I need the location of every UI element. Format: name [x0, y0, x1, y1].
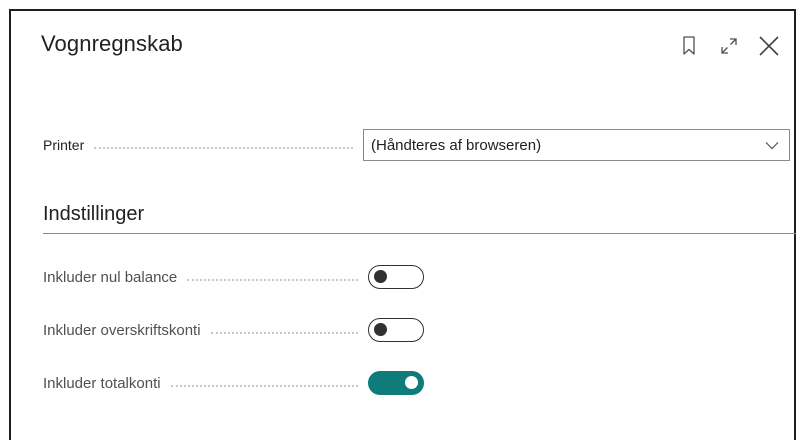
toggle-label: Inkluder overskriftskonti — [43, 321, 201, 339]
close-button[interactable] — [756, 33, 782, 59]
chevron-down-icon — [765, 141, 779, 149]
toggle-knob — [374, 323, 387, 336]
zero-balance-toggle[interactable] — [368, 265, 424, 289]
leader-dots — [187, 279, 358, 281]
header-actions — [676, 33, 782, 59]
heading-accounts-toggle[interactable] — [368, 318, 424, 342]
dialog-title: Vognregnskab — [41, 31, 183, 56]
expand-button[interactable] — [716, 33, 742, 59]
toggle-label: Inkluder nul balance — [43, 268, 178, 286]
printer-select[interactable]: (Håndteres af browseren) — [363, 129, 790, 161]
section-divider — [43, 233, 796, 234]
report-dialog: Vognregnskab Printer (Håndteres af brows… — [9, 9, 796, 440]
toggle-label: Inkluder totalkonti — [43, 374, 161, 392]
expand-icon — [721, 38, 737, 54]
toggle-row-zero-balance: Inkluder nul balance — [43, 265, 433, 289]
toggle-knob — [374, 270, 387, 283]
printer-select-value: (Håndteres af browseren) — [371, 136, 542, 154]
close-icon — [759, 36, 779, 56]
toggle-knob — [405, 376, 418, 389]
section-title: Indstillinger — [43, 203, 145, 225]
printer-row: Printer (Håndteres af browseren) — [43, 129, 796, 161]
leader-dots — [210, 332, 358, 334]
bookmark-icon — [683, 36, 695, 55]
leader-dots — [170, 385, 358, 387]
toggle-row-heading-accounts: Inkluder overskriftskonti — [43, 318, 433, 342]
toggle-row-total-accounts: Inkluder totalkonti — [43, 371, 433, 395]
leader-dots — [94, 147, 353, 149]
printer-label: Printer — [43, 137, 85, 153]
total-accounts-toggle[interactable] — [368, 371, 424, 395]
bookmark-button[interactable] — [676, 33, 702, 59]
